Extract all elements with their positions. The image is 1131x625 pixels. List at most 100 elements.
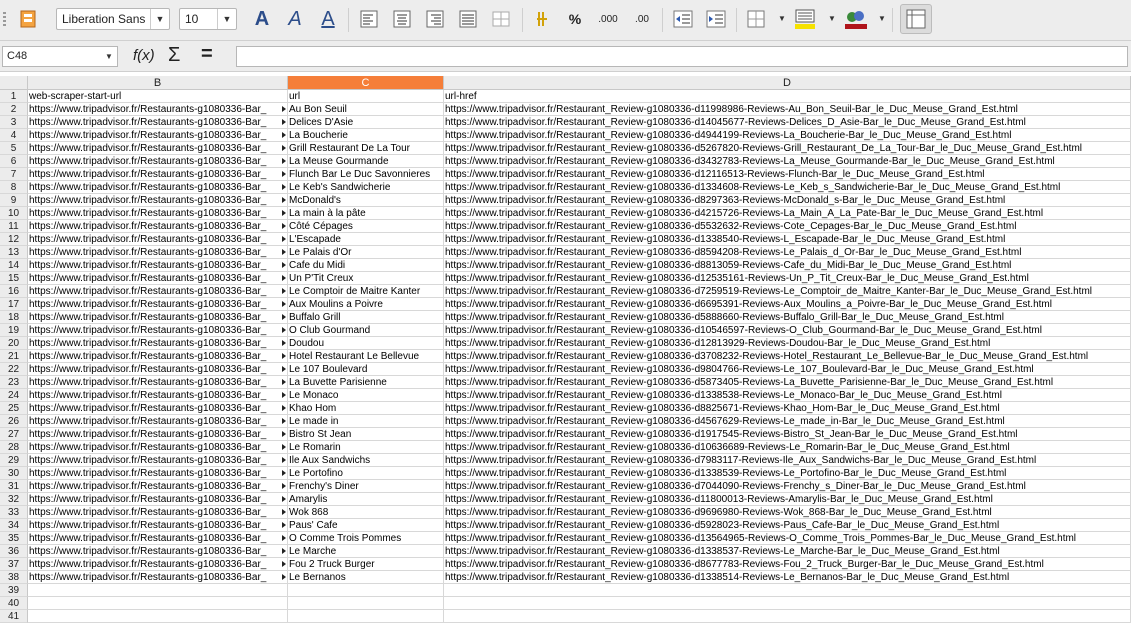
- row-header[interactable]: 33: [0, 506, 28, 519]
- cell-b[interactable]: [28, 597, 288, 610]
- row-header[interactable]: 27: [0, 428, 28, 441]
- formula-equals-icon[interactable]: =: [201, 43, 213, 66]
- formula-input[interactable]: [236, 46, 1128, 67]
- cell-b[interactable]: web-scraper-start-url: [28, 90, 288, 103]
- increase-indent-icon[interactable]: [704, 6, 728, 32]
- cell-c[interactable]: Un P'Tit Creux: [288, 272, 444, 285]
- cell-d[interactable]: https://www.tripadvisor.fr/Restaurant_Re…: [444, 519, 1131, 532]
- cell-c[interactable]: La main à la pâte: [288, 207, 444, 220]
- cell-c[interactable]: La Buvette Parisienne: [288, 376, 444, 389]
- cell-b[interactable]: https://www.tripadvisor.fr/Restaurants-g…: [28, 311, 288, 324]
- cell-c[interactable]: McDonald's: [288, 194, 444, 207]
- cell-c[interactable]: Le made in: [288, 415, 444, 428]
- cell-b[interactable]: https://www.tripadvisor.fr/Restaurants-g…: [28, 298, 288, 311]
- cell-c[interactable]: Cafe du Midi: [288, 259, 444, 272]
- cell-c[interactable]: La Boucherie: [288, 129, 444, 142]
- add-decimal-icon[interactable]: .000: [594, 6, 622, 32]
- cell-c[interactable]: Ile Aux Sandwichs: [288, 454, 444, 467]
- cell-c[interactable]: Le Comptoir de Maitre Kanter: [288, 285, 444, 298]
- cell-d[interactable]: [444, 597, 1131, 610]
- cell-d[interactable]: https://www.tripadvisor.fr/Restaurant_Re…: [444, 454, 1131, 467]
- row-header[interactable]: 15: [0, 272, 28, 285]
- cell-d[interactable]: https://www.tripadvisor.fr/Restaurant_Re…: [444, 506, 1131, 519]
- cell-c[interactable]: Amarylis: [288, 493, 444, 506]
- row-header[interactable]: 30: [0, 467, 28, 480]
- cell-c[interactable]: Frenchy's Diner: [288, 480, 444, 493]
- cell-d[interactable]: https://www.tripadvisor.fr/Restaurant_Re…: [444, 155, 1131, 168]
- cell-c[interactable]: Paus' Cafe: [288, 519, 444, 532]
- row-header[interactable]: 37: [0, 558, 28, 571]
- function-wizard-icon[interactable]: f(x): [133, 47, 155, 64]
- row-header[interactable]: 34: [0, 519, 28, 532]
- cell-c[interactable]: url: [288, 90, 444, 103]
- row-header[interactable]: 19: [0, 324, 28, 337]
- row-header[interactable]: 41: [0, 610, 28, 623]
- cell-b[interactable]: https://www.tripadvisor.fr/Restaurants-g…: [28, 246, 288, 259]
- merge-cells-icon[interactable]: [490, 6, 512, 32]
- cell-c[interactable]: Khao Hom: [288, 402, 444, 415]
- cell-b[interactable]: https://www.tripadvisor.fr/Restaurants-g…: [28, 389, 288, 402]
- chevron-down-icon[interactable]: ▼: [150, 9, 169, 29]
- cell-d[interactable]: https://www.tripadvisor.fr/Restaurant_Re…: [444, 233, 1131, 246]
- cell-b[interactable]: https://www.tripadvisor.fr/Restaurants-g…: [28, 259, 288, 272]
- cell-b[interactable]: https://www.tripadvisor.fr/Restaurants-g…: [28, 558, 288, 571]
- cell-c[interactable]: Au Bon Seuil: [288, 103, 444, 116]
- remove-decimal-icon[interactable]: .00: [628, 6, 656, 32]
- cell-d[interactable]: https://www.tripadvisor.fr/Restaurant_Re…: [444, 571, 1131, 584]
- cell-b[interactable]: https://www.tripadvisor.fr/Restaurants-g…: [28, 428, 288, 441]
- row-header[interactable]: 21: [0, 350, 28, 363]
- row-header[interactable]: 12: [0, 233, 28, 246]
- cell-c[interactable]: Côté Cépages: [288, 220, 444, 233]
- italic-icon[interactable]: A: [283, 6, 307, 32]
- row-header[interactable]: 32: [0, 493, 28, 506]
- row-header[interactable]: 6: [0, 155, 28, 168]
- cell-c[interactable]: Hotel Restaurant Le Bellevue: [288, 350, 444, 363]
- row-header[interactable]: 22: [0, 363, 28, 376]
- row-header[interactable]: 24: [0, 389, 28, 402]
- cell-d[interactable]: https://www.tripadvisor.fr/Restaurant_Re…: [444, 181, 1131, 194]
- row-header[interactable]: 3: [0, 116, 28, 129]
- cell-b[interactable]: https://www.tripadvisor.fr/Restaurants-g…: [28, 207, 288, 220]
- chevron-down-icon[interactable]: ▼: [217, 9, 236, 29]
- cell-b[interactable]: https://www.tripadvisor.fr/Restaurants-g…: [28, 376, 288, 389]
- row-header[interactable]: 36: [0, 545, 28, 558]
- cell-c[interactable]: Wok 868: [288, 506, 444, 519]
- decrease-indent-icon[interactable]: [671, 6, 695, 32]
- cell-d[interactable]: https://www.tripadvisor.fr/Restaurant_Re…: [444, 129, 1131, 142]
- row-header[interactable]: 11: [0, 220, 28, 233]
- row-header[interactable]: 10: [0, 207, 28, 220]
- cell-d[interactable]: [444, 610, 1131, 623]
- cell-c[interactable]: La Meuse Gourmande: [288, 155, 444, 168]
- cell-d[interactable]: https://www.tripadvisor.fr/Restaurant_Re…: [444, 402, 1131, 415]
- cell-c[interactable]: Le Palais d'Or: [288, 246, 444, 259]
- cell-b[interactable]: https://www.tripadvisor.fr/Restaurants-g…: [28, 519, 288, 532]
- toolbar-grip[interactable]: [3, 12, 6, 28]
- cell-b[interactable]: [28, 584, 288, 597]
- column-header-b[interactable]: B: [28, 76, 288, 90]
- row-header[interactable]: 16: [0, 285, 28, 298]
- background-color-icon[interactable]: [792, 6, 818, 32]
- cell-c[interactable]: L'Escapade: [288, 233, 444, 246]
- cell-d[interactable]: https://www.tripadvisor.fr/Restaurant_Re…: [444, 246, 1131, 259]
- borders-icon[interactable]: [744, 6, 768, 32]
- chevron-down-icon[interactable]: ▼: [828, 14, 836, 23]
- cell-b[interactable]: https://www.tripadvisor.fr/Restaurants-g…: [28, 480, 288, 493]
- row-header[interactable]: 40: [0, 597, 28, 610]
- cell-b[interactable]: https://www.tripadvisor.fr/Restaurants-g…: [28, 571, 288, 584]
- cell-d[interactable]: https://www.tripadvisor.fr/Restaurant_Re…: [444, 207, 1131, 220]
- cell-b[interactable]: https://www.tripadvisor.fr/Restaurants-g…: [28, 454, 288, 467]
- cell-b[interactable]: https://www.tripadvisor.fr/Restaurants-g…: [28, 233, 288, 246]
- cell-b[interactable]: https://www.tripadvisor.fr/Restaurants-g…: [28, 337, 288, 350]
- cell-d[interactable]: url-href: [444, 90, 1131, 103]
- cell-c[interactable]: Flunch Bar Le Duc Savonnieres: [288, 168, 444, 181]
- cell-b[interactable]: https://www.tripadvisor.fr/Restaurants-g…: [28, 168, 288, 181]
- cell-d[interactable]: https://www.tripadvisor.fr/Restaurant_Re…: [444, 337, 1131, 350]
- cell-c[interactable]: Le Bernanos: [288, 571, 444, 584]
- row-header[interactable]: 8: [0, 181, 28, 194]
- cell-c[interactable]: Le Portofino: [288, 467, 444, 480]
- row-header[interactable]: 28: [0, 441, 28, 454]
- row-header[interactable]: 25: [0, 402, 28, 415]
- align-right-icon[interactable]: [424, 6, 446, 32]
- cell-d[interactable]: https://www.tripadvisor.fr/Restaurant_Re…: [444, 428, 1131, 441]
- column-header-c[interactable]: C: [288, 76, 444, 90]
